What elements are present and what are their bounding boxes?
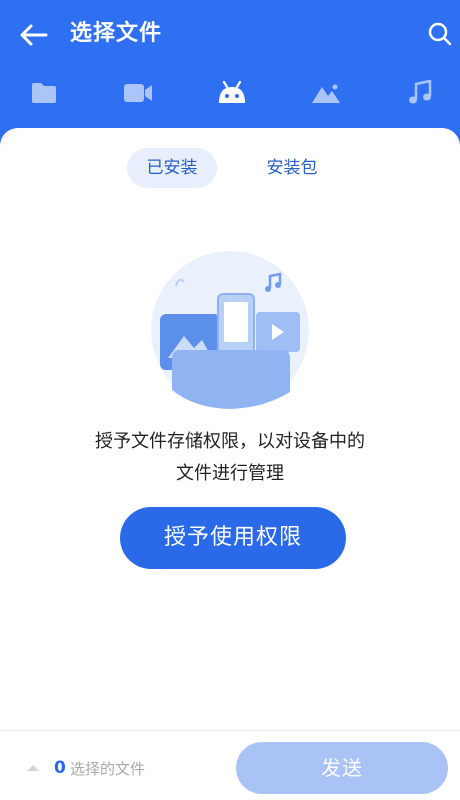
- permission-message-line1: 授予文件存储权限，以对设备中的: [95, 431, 365, 452]
- segment-installed[interactable]: 已安装: [127, 148, 217, 188]
- selected-count: 0: [54, 758, 66, 778]
- expand-up-icon[interactable]: [26, 763, 40, 773]
- tab-apps[interactable]: [204, 70, 260, 116]
- android-icon: [219, 80, 245, 103]
- category-tabs: [0, 70, 460, 116]
- music-note-icon: [409, 79, 432, 104]
- permission-message-line2: 文件进行管理: [176, 463, 284, 484]
- bottom-bar: 0 选择的文件 发送: [0, 730, 460, 800]
- selected-count-label: 选择的文件: [70, 760, 146, 778]
- search-icon[interactable]: [424, 18, 456, 50]
- page-title: 选择文件: [70, 21, 163, 46]
- grant-permission-button[interactable]: 授予使用权限: [120, 507, 346, 569]
- send-button[interactable]: 发送: [236, 742, 448, 794]
- permission-message: 授予文件存储权限，以对设备中的 文件进行管理: [30, 426, 430, 490]
- back-arrow-icon[interactable]: [16, 18, 50, 52]
- tab-video[interactable]: [110, 70, 166, 116]
- folder-icon: [32, 83, 56, 103]
- tab-folder[interactable]: [16, 70, 72, 116]
- segment-packages[interactable]: 安装包: [252, 148, 332, 188]
- tab-music[interactable]: [392, 70, 448, 116]
- image-icon: [312, 84, 340, 103]
- app-header: 选择文件: [0, 0, 460, 130]
- video-icon: [124, 84, 152, 102]
- tab-images[interactable]: [298, 70, 354, 116]
- storage-permission-illustration: [150, 250, 310, 410]
